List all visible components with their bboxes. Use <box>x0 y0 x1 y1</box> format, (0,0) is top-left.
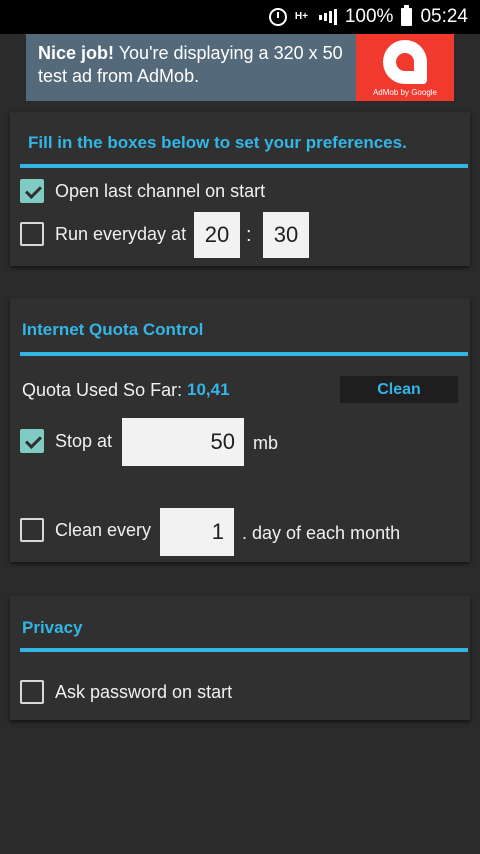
quota-used-label: Quota Used So Far: <box>22 380 183 400</box>
admob-caption: AdMob by Google <box>372 88 438 97</box>
stop-at-option[interactable]: Stop at <box>20 429 112 453</box>
run-everyday-option[interactable]: Run everyday at <box>20 222 186 246</box>
alarm-icon <box>268 8 287 26</box>
stop-at-input[interactable]: 50 <box>122 418 244 466</box>
ask-password-label: Ask password on start <box>55 681 233 702</box>
stop-at-unit: mb <box>253 433 279 453</box>
run-everyday-label: Run everyday at <box>55 223 187 244</box>
ad-bold-text: Nice job! <box>38 43 115 63</box>
clean-every-checkbox[interactable] <box>20 518 44 542</box>
quota-divider <box>20 352 468 356</box>
clean-button[interactable]: Clean <box>340 376 458 403</box>
ask-password-option[interactable]: Ask password on start <box>20 680 232 704</box>
quota-card: Internet Quota Control Quota Used So Far… <box>10 298 470 562</box>
clock: 05:24 <box>420 6 468 27</box>
run-everyday-checkbox[interactable] <box>20 222 44 246</box>
signal-icon <box>318 9 337 25</box>
admob-icon <box>383 40 427 84</box>
battery-percent: 100% <box>344 6 394 27</box>
clean-day-input[interactable]: 1 <box>160 508 234 556</box>
ask-password-checkbox[interactable] <box>20 680 44 704</box>
admob-logo: AdMob by Google <box>356 34 454 101</box>
clean-every-label: Clean every <box>55 519 152 540</box>
preferences-divider <box>20 164 468 168</box>
privacy-divider <box>20 648 468 652</box>
battery-icon <box>401 5 413 26</box>
ad-banner[interactable]: Nice job! You're displaying a 320 x 50 t… <box>26 34 454 101</box>
status-bar: H+ 100% 05:24 <box>0 0 480 34</box>
clean-every-option[interactable]: Clean every <box>20 518 151 542</box>
time-separator: : <box>246 224 252 246</box>
stop-at-checkbox[interactable] <box>20 429 44 453</box>
clean-day-suffix: . day of each month <box>242 523 401 543</box>
preferences-card: Fill in the boxes below to set your pref… <box>10 112 470 266</box>
open-last-channel-checkbox[interactable] <box>20 179 44 203</box>
open-last-channel-label: Open last channel on start <box>55 180 266 201</box>
preferences-title: Fill in the boxes below to set your pref… <box>28 133 407 152</box>
ad-text: Nice job! You're displaying a 320 x 50 t… <box>26 34 356 101</box>
quota-title: Internet Quota Control <box>22 320 204 339</box>
minute-input[interactable]: 30 <box>263 212 309 258</box>
open-last-channel-option[interactable]: Open last channel on start <box>20 179 265 203</box>
quota-used-value: 10,41 <box>187 380 230 399</box>
privacy-card: Privacy Ask password on start <box>10 596 470 720</box>
stop-at-label: Stop at <box>55 430 113 451</box>
hour-input[interactable]: 20 <box>194 212 240 258</box>
network-type-icon: H+ <box>294 11 308 22</box>
privacy-title: Privacy <box>22 618 83 637</box>
